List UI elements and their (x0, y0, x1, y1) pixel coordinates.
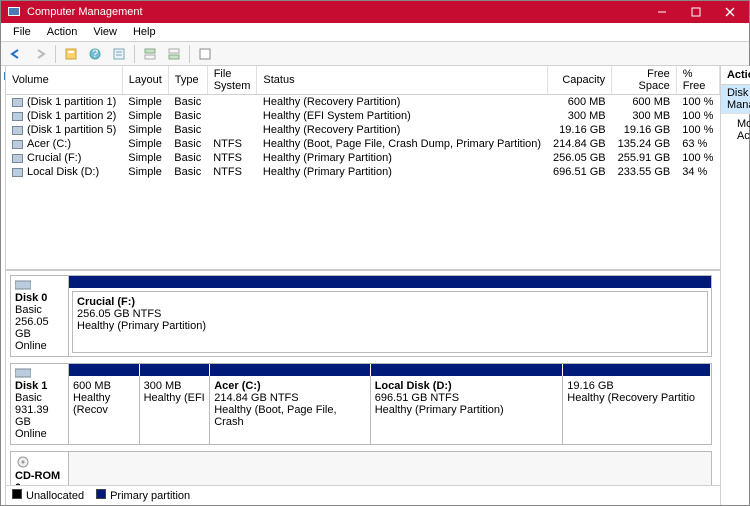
forward-button[interactable] (29, 44, 51, 64)
window-title: Computer Management (27, 6, 645, 18)
col-layout[interactable]: Layout (122, 66, 168, 95)
col-pct[interactable]: % Free (676, 66, 719, 95)
disk-1[interactable]: Disk 1 Basic 931.39 GB Online 600 MBHeal… (10, 363, 712, 445)
disk-1-part-5[interactable]: 19.16 GBHealthy (Recovery Partitio (563, 376, 711, 444)
volume-row[interactable]: (Disk 1 partition 2)SimpleBasicHealthy (… (6, 109, 719, 123)
menu-file[interactable]: File (5, 24, 39, 40)
app-icon (7, 5, 21, 19)
disk-map-area: Disk 0 Basic 256.05 GB Online Crucial (F… (6, 271, 720, 485)
col-status[interactable]: Status (257, 66, 547, 95)
back-button[interactable] (5, 44, 27, 64)
volume-grid[interactable]: Volume Layout Type File System Status Ca… (6, 66, 720, 271)
disk-1-part-c[interactable]: Acer (C:)214.84 GB NTFSHealthy (Boot, Pa… (210, 376, 370, 444)
col-capacity[interactable]: Capacity (547, 66, 612, 95)
menubar: File Action View Help (1, 23, 749, 42)
volume-row[interactable]: Crucial (F:)SimpleBasicNTFSHealthy (Prim… (6, 151, 719, 165)
view-bottom-icon[interactable] (163, 44, 185, 64)
disk-0-header: Disk 0 Basic 256.05 GB Online (11, 276, 69, 356)
actions-context[interactable]: Disk Management▴ (721, 85, 750, 114)
actions-header: Actions (721, 66, 750, 85)
disk-0-part-f[interactable]: Crucial (F:) 256.05 GB NTFS Healthy (Pri… (73, 292, 707, 352)
actions-pane: Actions Disk Management▴ More Actions▸ (721, 66, 750, 505)
toolbar: ? (1, 42, 749, 66)
properties-icon[interactable] (108, 44, 130, 64)
volume-row[interactable]: (Disk 1 partition 1)SimpleBasicHealthy (… (6, 95, 719, 110)
disk-1-header: Disk 1 Basic 931.39 GB Online (11, 364, 69, 444)
legend: Unallocated Primary partition (6, 485, 720, 505)
menu-help[interactable]: Help (125, 24, 164, 40)
menu-view[interactable]: View (85, 24, 125, 40)
titlebar: Computer Management (1, 1, 749, 23)
maximize-button[interactable] (679, 1, 713, 23)
col-free[interactable]: Free Space (612, 66, 677, 95)
view-top-icon[interactable] (139, 44, 161, 64)
col-volume[interactable]: Volume (6, 66, 122, 95)
refresh-icon[interactable] (60, 44, 82, 64)
col-fs[interactable]: File System (207, 66, 257, 95)
minimize-button[interactable] (645, 1, 679, 23)
disk-1-part-1[interactable]: 600 MBHealthy (Recov (69, 376, 140, 444)
disk-1-part-d[interactable]: Local Disk (D:)696.51 GB NTFSHealthy (Pr… (371, 376, 564, 444)
close-button[interactable] (713, 1, 747, 23)
disk-1-part-2[interactable]: 300 MBHealthy (EFI (140, 376, 211, 444)
help-icon[interactable]: ? (84, 44, 106, 64)
volume-row[interactable]: Local Disk (D:)SimpleBasicNTFSHealthy (P… (6, 165, 719, 179)
menu-action[interactable]: Action (39, 24, 86, 40)
volume-row[interactable]: Acer (C:)SimpleBasicNTFSHealthy (Boot, P… (6, 137, 719, 151)
svg-text:?: ? (92, 48, 98, 60)
col-type[interactable]: Type (168, 66, 207, 95)
disk-0[interactable]: Disk 0 Basic 256.05 GB Online Crucial (F… (10, 275, 712, 357)
cdrom-0-header: CD-ROM 0 DVD (E:) No Media (11, 452, 69, 485)
cdrom-0[interactable]: CD-ROM 0 DVD (E:) No Media (10, 451, 712, 485)
volume-row[interactable]: (Disk 1 partition 5)SimpleBasicHealthy (… (6, 123, 719, 137)
more-actions[interactable]: More Actions▸ (721, 114, 750, 146)
settings-icon[interactable] (194, 44, 216, 64)
